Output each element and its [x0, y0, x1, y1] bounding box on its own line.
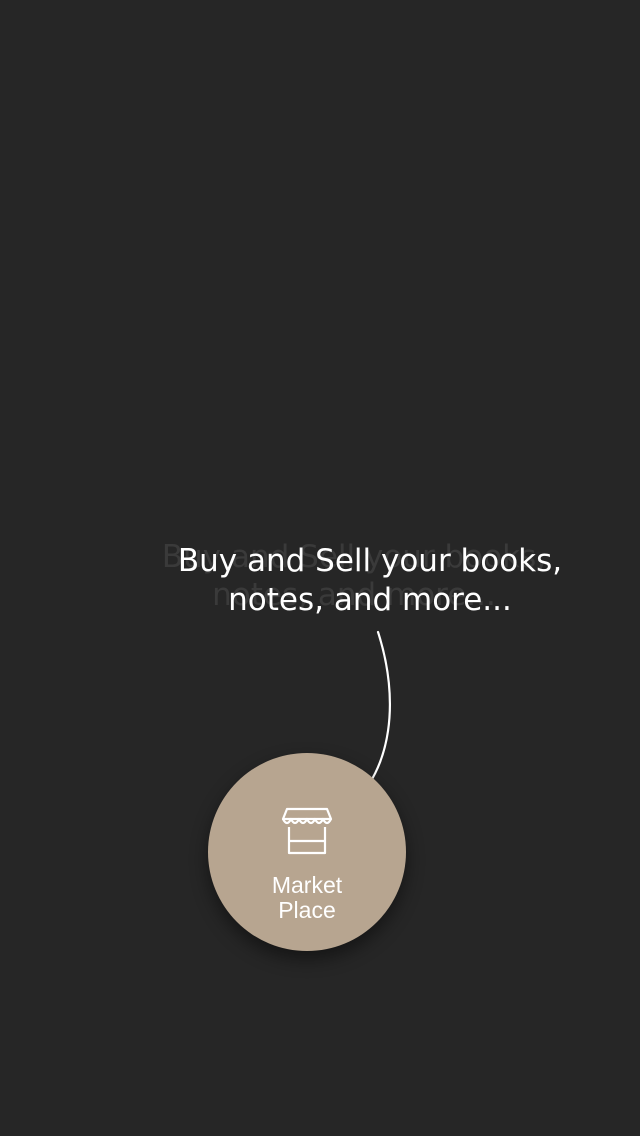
onboarding-tooltip-text: Buy and Sell your books, notes, and more… — [177, 543, 563, 618]
market-place-button[interactable]: Market Place — [208, 753, 406, 951]
onboarding-overlay[interactable]: Buy and Sell your books, notes, and more… — [0, 0, 640, 1136]
market-place-label: Market Place — [271, 872, 343, 923]
storefront-icon — [281, 807, 333, 855]
